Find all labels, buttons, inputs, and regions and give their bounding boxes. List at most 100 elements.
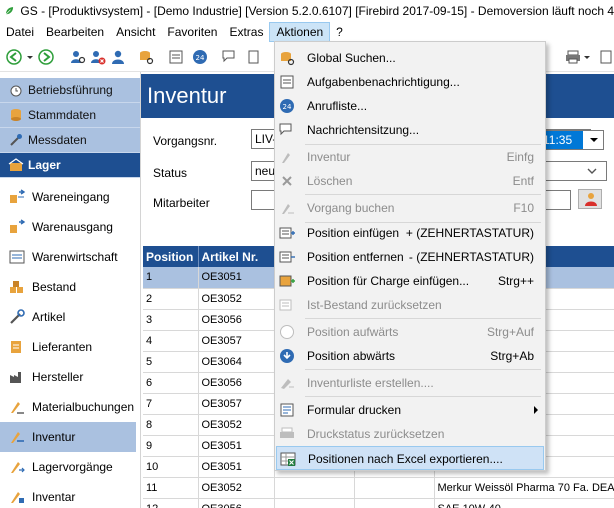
table-row[interactable]: 11 OE3052 Merkur Weissöl Pharma 70 Fa. DEA: [143, 477, 614, 499]
booking-icon: [282, 204, 294, 214]
stock-boxes-icon: [10, 281, 23, 293]
material-booking-icon: [11, 402, 24, 414]
nav-item-hersteller[interactable]: Hersteller: [0, 362, 136, 392]
task-notification-icon: [280, 75, 294, 89]
back-arrow-icon[interactable]: [6, 49, 22, 65]
message-session-icon[interactable]: [222, 49, 238, 65]
chevron-down-icon[interactable]: [585, 164, 599, 178]
menu-aktionen[interactable]: Aktionen: [269, 22, 331, 42]
task-notification-icon[interactable]: [168, 49, 184, 65]
alarm-clock-icon: [10, 85, 22, 97]
menu-item-global-suchen[interactable]: Global Suchen...: [276, 46, 544, 70]
tools-icon: [10, 309, 25, 324]
arrow-up-circle-icon: [280, 325, 294, 339]
menu-bearbeiten[interactable]: Bearbeiten: [40, 22, 110, 42]
call-list-24-icon: 24: [280, 99, 294, 113]
menu-item-druckstatus-zuruecksetzen[interactable]: Druckstatus zurücksetzen: [276, 422, 544, 446]
insert-row-icon: [279, 227, 295, 239]
column-header-artikel[interactable]: Artikel Nr.: [198, 246, 275, 267]
nav-group-messdaten[interactable]: Messdaten: [0, 128, 140, 153]
form-print-icon: [280, 403, 294, 417]
app-leaf-icon: [5, 7, 14, 15]
document-icon[interactable]: [598, 49, 614, 65]
charge-insert-icon: [279, 275, 295, 287]
arrow-down-circle-icon: [280, 349, 294, 363]
user-icon[interactable]: [110, 49, 126, 65]
submenu-arrow-icon: [534, 406, 538, 414]
nav-item-wareneingang[interactable]: Wareneingang: [0, 182, 136, 212]
chevron-down-icon[interactable]: [587, 133, 601, 147]
call-list-24-icon[interactable]: 24: [192, 49, 208, 65]
menu-ansicht[interactable]: Ansicht: [110, 22, 161, 42]
user-search-icon[interactable]: [70, 49, 86, 65]
menu-favoriten[interactable]: Favoriten: [161, 22, 223, 42]
database-search-icon[interactable]: [138, 49, 154, 65]
menu-item-formular-drucken[interactable]: Formular drucken: [276, 398, 544, 422]
merchandise-icon: [9, 250, 25, 264]
message-session-icon: [279, 123, 292, 136]
menu-item-vorgang-buchen[interactable]: Vorgang buchen F10: [276, 196, 544, 220]
factory-icon: [10, 372, 21, 383]
menu-datei[interactable]: Datei: [0, 22, 40, 42]
nav-group-stammdaten[interactable]: Stammdaten: [0, 103, 140, 128]
inventory-hand-icon: [282, 153, 290, 163]
menu-item-nachrichtensitzung[interactable]: Nachrichtensitzung...: [276, 118, 544, 142]
user-remove-icon[interactable]: [90, 49, 106, 65]
menu-item-position-charge-einfuegen[interactable]: Position für Charge einfügen... Strg++: [276, 269, 544, 293]
window-title: GS - [Produktivsystem] - [Demo Industrie…: [20, 4, 614, 18]
chevron-down-icon[interactable]: [583, 49, 591, 65]
nav-group-lager[interactable]: Lager: [0, 153, 140, 178]
menu-extras[interactable]: Extras: [223, 22, 269, 42]
excel-export-icon: [280, 452, 296, 466]
svg-text:24: 24: [283, 103, 292, 111]
menu-item-inventur[interactable]: Inventur Einfg: [276, 145, 544, 169]
table-row[interactable]: 12OE3056SAE 10W-40: [143, 498, 614, 508]
menu-help[interactable]: ?: [330, 22, 349, 42]
create-list-icon: [281, 379, 294, 389]
supplier-icon: [11, 341, 21, 353]
warehouse-icon: [8, 158, 24, 171]
menu-item-inventurliste-erstellen[interactable]: Inventurliste erstellen....: [276, 371, 544, 395]
menu-item-position-einfuegen[interactable]: Position einfügen + (ZEHNERTASTATUR): [276, 221, 544, 245]
printer-icon[interactable]: [565, 49, 581, 65]
forward-arrow-icon[interactable]: [38, 49, 54, 65]
aktionen-dropdown-menu: Global Suchen... Aufgabenbenachrichtigun…: [274, 41, 546, 471]
stock-process-icon: [11, 462, 25, 473]
nav-item-inventar[interactable]: Inventar: [0, 482, 136, 508]
title-bar: GS - [Produktivsystem] - [Demo Industrie…: [0, 0, 614, 22]
datetime-picker[interactable]: 11:35: [538, 130, 604, 150]
inventory-hand-icon: [11, 432, 24, 443]
menu-item-position-abwaerts[interactable]: Position abwärts Strg+Ab: [276, 344, 544, 368]
nav-item-warenwirtschaft[interactable]: Warenwirtschaft: [0, 242, 136, 272]
nav-item-materialbuchungen[interactable]: Materialbuchungen: [0, 392, 136, 422]
menu-item-position-entfernen[interactable]: Position entfernen - (ZEHNERTASTATUR): [276, 245, 544, 269]
svg-text:24: 24: [196, 54, 205, 62]
goods-in-icon: [10, 189, 26, 203]
nav-item-warenausgang[interactable]: Warenausgang: [0, 212, 136, 242]
nav-item-lieferanten[interactable]: Lieferanten: [0, 332, 136, 362]
nav-item-lagervorgaenge[interactable]: Lagervorgänge: [0, 452, 136, 482]
employee-lookup-button[interactable]: [578, 189, 602, 209]
column-header-position[interactable]: Position: [143, 246, 199, 267]
menu-item-aufgabenbenachrichtigung[interactable]: Aufgabenbenachrichtigung...: [276, 70, 544, 94]
menu-item-anrufliste[interactable]: 24 Anrufliste...: [276, 94, 544, 118]
nav-item-bestand[interactable]: Bestand: [0, 272, 136, 302]
inventar-icon: [11, 492, 24, 503]
nav-group-betriebsfuehrung[interactable]: Betriebsführung: [0, 78, 140, 103]
menu-item-position-aufwaerts[interactable]: Position aufwärts Strg+Auf: [276, 320, 544, 344]
menu-item-excel-export[interactable]: Positionen nach Excel exportieren....: [276, 446, 544, 470]
menu-bar: Datei Bearbeiten Ansicht Favoriten Extra…: [0, 22, 614, 42]
menu-item-ist-bestand-zuruecksetzen[interactable]: Ist-Bestand zurücksetzen: [276, 293, 544, 317]
goods-out-icon: [10, 219, 26, 233]
chevron-down-icon[interactable]: [26, 49, 34, 65]
database-search-icon: [281, 52, 295, 66]
pipette-icon: [10, 134, 22, 146]
nav-item-inventur[interactable]: Inventur: [0, 422, 136, 452]
new-document-icon[interactable]: [246, 49, 262, 65]
person-icon: [585, 193, 597, 206]
nav-item-artikel[interactable]: Artikel: [0, 302, 136, 332]
mitarbeiter-label: Mitarbeiter: [153, 196, 210, 210]
sidebar: Betriebsführung Stammdaten Messdaten Lag…: [0, 72, 140, 508]
menu-item-loeschen[interactable]: Löschen Entf: [276, 169, 544, 193]
reset-stock-icon: [279, 299, 292, 311]
